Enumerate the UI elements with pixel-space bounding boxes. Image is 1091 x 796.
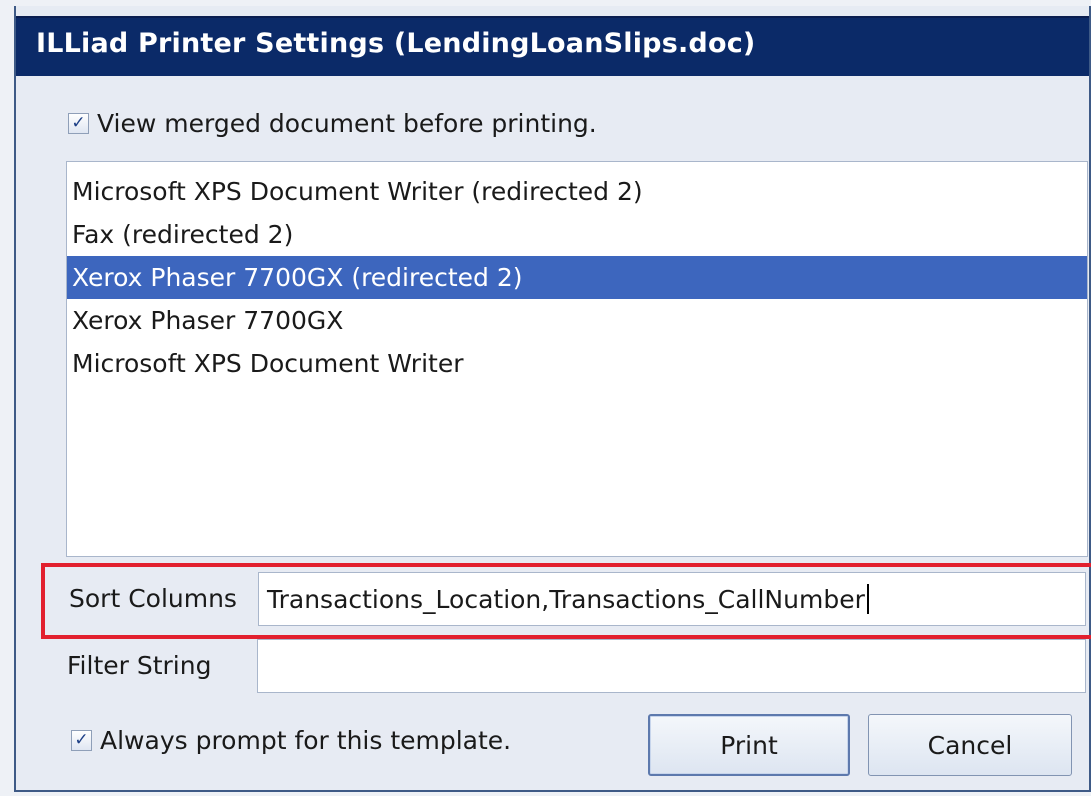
always-prompt-checkbox[interactable]: ✓ xyxy=(71,730,92,751)
cancel-button[interactable]: Cancel xyxy=(868,714,1072,776)
view-merged-checkbox[interactable]: ✓ xyxy=(68,113,89,134)
sort-columns-label: Sort Columns xyxy=(69,584,237,613)
view-merged-option[interactable]: ✓ View merged document before printing. xyxy=(68,109,597,138)
window-title: ILLiad Printer Settings (LendingLoanSlip… xyxy=(36,28,756,59)
window-top-edge xyxy=(16,6,1089,16)
check-icon: ✓ xyxy=(74,730,89,750)
printer-list[interactable]: Microsoft XPS Document Writer (redirecte… xyxy=(66,161,1088,557)
filter-string-label: Filter String xyxy=(67,651,212,680)
printer-list-item[interactable]: Xerox Phaser 7700GX xyxy=(67,299,1087,342)
title-bar[interactable]: ILLiad Printer Settings (LendingLoanSlip… xyxy=(16,16,1089,76)
sort-columns-value: Transactions_Location,Transactions_CallN… xyxy=(267,584,865,614)
check-icon: ✓ xyxy=(71,113,86,133)
view-merged-label[interactable]: View merged document before printing. xyxy=(97,109,597,138)
always-prompt-option[interactable]: ✓ Always prompt for this template. xyxy=(71,726,511,755)
printer-settings-dialog: ILLiad Printer Settings (LendingLoanSlip… xyxy=(14,6,1091,792)
always-prompt-label[interactable]: Always prompt for this template. xyxy=(100,726,511,755)
text-caret xyxy=(866,584,869,614)
printer-list-item[interactable]: Fax (redirected 2) xyxy=(67,213,1087,256)
printer-list-item[interactable]: Microsoft XPS Document Writer (redirecte… xyxy=(67,170,1087,213)
printer-list-item[interactable]: Microsoft XPS Document Writer xyxy=(67,342,1087,385)
filter-string-input[interactable] xyxy=(257,639,1086,693)
sort-columns-input[interactable]: Transactions_Location,Transactions_CallN… xyxy=(258,572,1086,626)
print-button[interactable]: Print xyxy=(648,714,850,776)
printer-list-item-selected[interactable]: Xerox Phaser 7700GX (redirected 2) xyxy=(67,256,1087,299)
